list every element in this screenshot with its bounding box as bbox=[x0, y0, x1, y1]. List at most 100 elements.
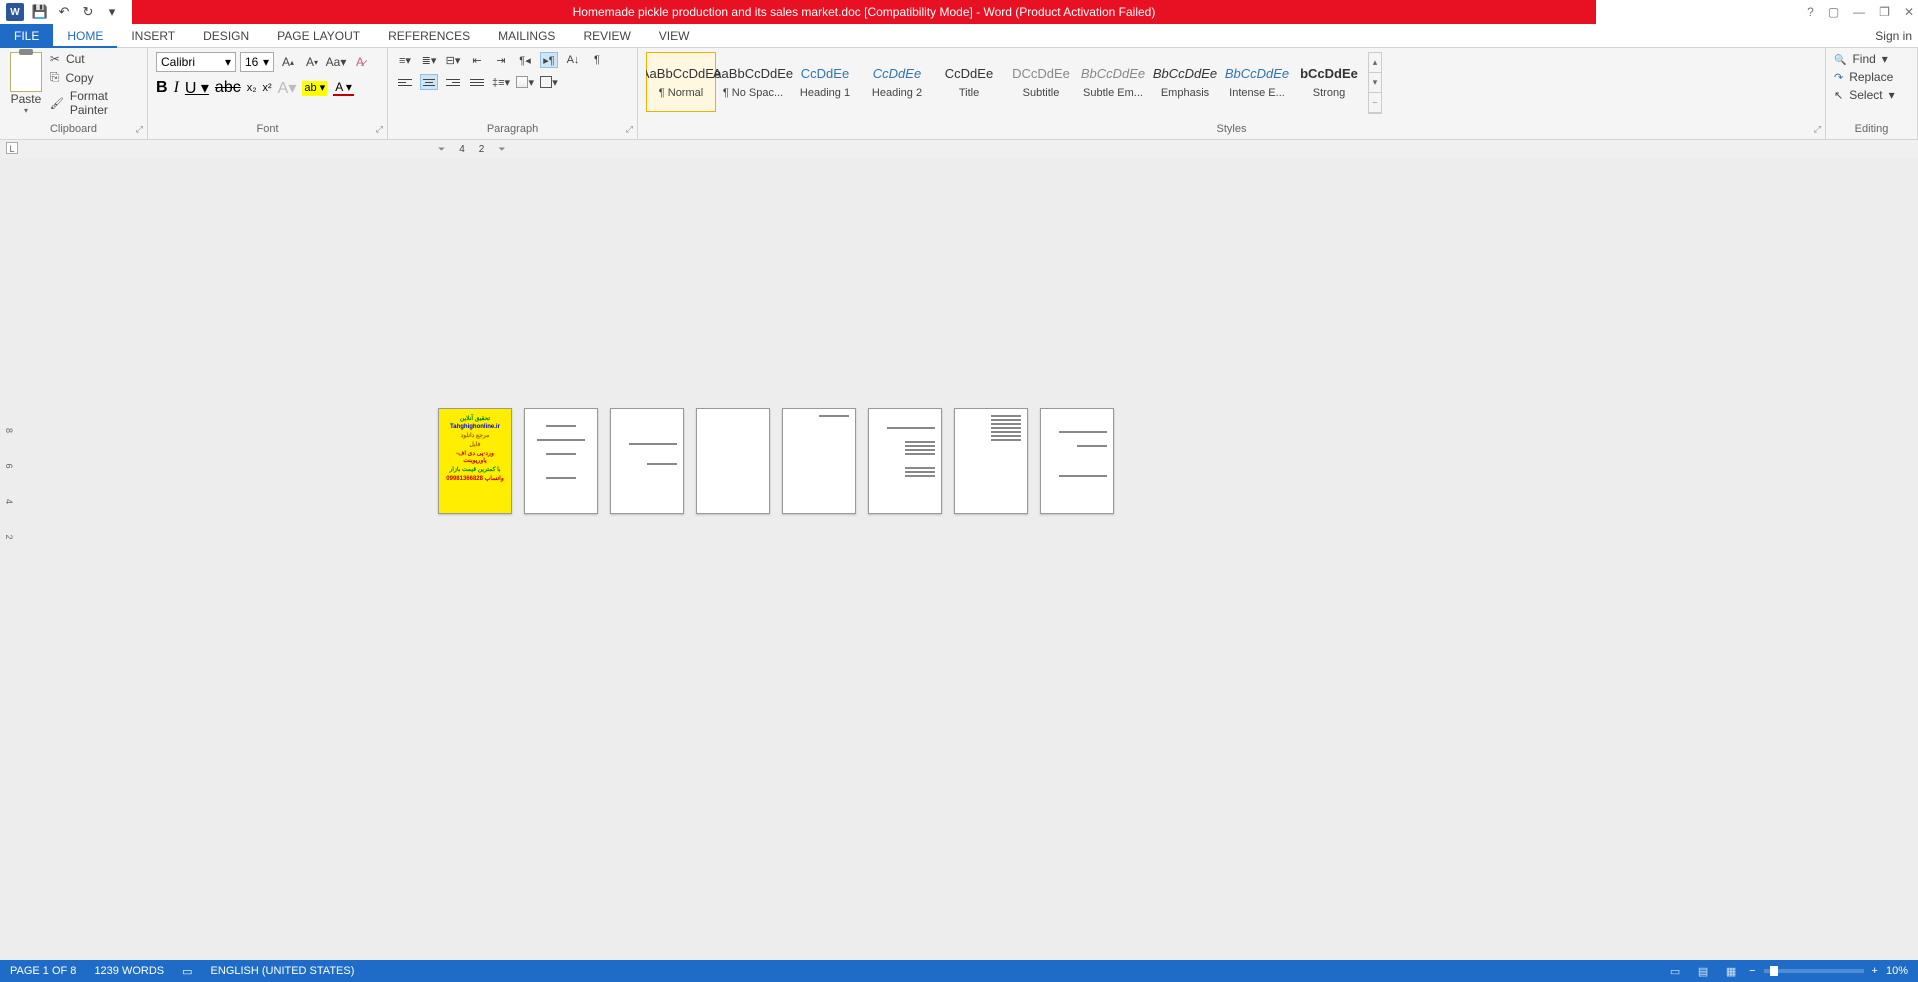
style-item---normal[interactable]: AaBbCcDdEe¶ Normal bbox=[646, 52, 716, 112]
help-button[interactable]: ? bbox=[1807, 5, 1814, 19]
spelling-icon[interactable] bbox=[182, 965, 192, 978]
multilevel-button[interactable]: ⊟▾ bbox=[444, 52, 462, 68]
style-item-intense-e---[interactable]: BbCcDdEeIntense E... bbox=[1222, 52, 1292, 112]
sign-in-link[interactable]: Sign in bbox=[1875, 29, 1912, 43]
tab-design[interactable]: DESIGN bbox=[189, 24, 263, 48]
read-mode-button[interactable]: ▭ bbox=[1665, 963, 1685, 979]
print-layout-button[interactable]: ▤ bbox=[1693, 963, 1713, 979]
redo-button[interactable]: ↻ bbox=[80, 4, 96, 20]
page-3[interactable] bbox=[610, 408, 684, 514]
align-left-button[interactable] bbox=[396, 74, 414, 90]
copy-button[interactable]: Copy bbox=[50, 70, 139, 85]
zoom-in-button[interactable]: + bbox=[1872, 965, 1878, 977]
qat-customize[interactable]: ▾ bbox=[104, 4, 120, 20]
style-item-heading-1[interactable]: CcDdEeHeading 1 bbox=[790, 52, 860, 112]
subscript-button[interactable]: x₂ bbox=[247, 82, 257, 94]
font-color-button[interactable]: A ▾ bbox=[333, 80, 354, 96]
bold-button[interactable]: B bbox=[156, 79, 168, 97]
tab-view[interactable]: VIEW bbox=[645, 24, 704, 48]
strikethrough-button[interactable]: abc bbox=[215, 79, 241, 97]
styles-launcher[interactable]: ⤢ bbox=[1814, 124, 1821, 135]
close-button[interactable]: ✕ bbox=[1904, 5, 1914, 19]
page-5[interactable] bbox=[782, 408, 856, 514]
zoom-slider[interactable] bbox=[1764, 969, 1864, 973]
grow-font-button[interactable]: A▴ bbox=[278, 52, 298, 72]
tab-file[interactable]: FILE bbox=[0, 24, 53, 48]
underline-button[interactable]: U ▾ bbox=[185, 78, 209, 98]
style-item---no-spac---[interactable]: AaBbCcDdEe¶ No Spac... bbox=[718, 52, 788, 112]
align-right-button[interactable] bbox=[444, 74, 462, 90]
show-marks-button[interactable]: ¶ bbox=[588, 52, 606, 68]
document-area[interactable]: 8 6 4 2 تحقیق آنلاین Tahghighonline.ir م… bbox=[0, 158, 1918, 960]
style-item-heading-2[interactable]: CcDdEeHeading 2 bbox=[862, 52, 932, 112]
page-status[interactable]: PAGE 1 OF 8 bbox=[10, 965, 76, 977]
highlight-button[interactable]: ab ▾ bbox=[302, 81, 327, 96]
ribbon: Paste ▾ Cut Copy Format Painter Clipboar… bbox=[0, 48, 1918, 140]
style-item-title[interactable]: CcDdEeTitle bbox=[934, 52, 1004, 112]
page-2[interactable] bbox=[524, 408, 598, 514]
tab-insert[interactable]: INSERT bbox=[117, 24, 189, 48]
style-item-emphasis[interactable]: BbCcDdEeEmphasis bbox=[1150, 52, 1220, 112]
superscript-button[interactable]: x² bbox=[263, 82, 272, 94]
indent-marker-icon[interactable] bbox=[438, 144, 445, 155]
ribbon-display-button[interactable]: ▢ bbox=[1828, 5, 1839, 19]
styles-more-button[interactable]: ▴▾⎯ bbox=[1368, 52, 1382, 114]
paragraph-launcher[interactable]: ⤢ bbox=[626, 124, 633, 135]
tab-home[interactable]: HOME bbox=[53, 24, 117, 48]
paste-button[interactable]: Paste ▾ bbox=[8, 52, 44, 123]
tab-selector[interactable]: L bbox=[6, 142, 18, 154]
paste-dropdown-icon[interactable]: ▾ bbox=[24, 106, 28, 115]
restore-button[interactable]: ❐ bbox=[1879, 5, 1890, 19]
cut-label: Cut bbox=[66, 52, 85, 66]
ltr-button[interactable]: ¶◂ bbox=[516, 52, 534, 68]
page-4[interactable] bbox=[696, 408, 770, 514]
justify-button[interactable] bbox=[468, 74, 486, 90]
replace-button[interactable]: Replace bbox=[1834, 70, 1909, 84]
shrink-font-button[interactable]: A▾ bbox=[302, 52, 322, 72]
decrease-indent-button[interactable]: ⇤ bbox=[468, 52, 486, 68]
page-1[interactable]: تحقیق آنلاین Tahghighonline.ir مرجع دانل… bbox=[438, 408, 512, 514]
word-count[interactable]: 1239 WORDS bbox=[94, 965, 164, 977]
tab-mailings[interactable]: MAILINGS bbox=[484, 24, 569, 48]
text-effects-button[interactable]: A▾ bbox=[278, 78, 297, 98]
style-item-subtitle[interactable]: DCcDdEeSubtitle bbox=[1006, 52, 1076, 112]
italic-button[interactable]: I bbox=[174, 79, 179, 97]
borders-button[interactable]: ▾ bbox=[540, 74, 558, 90]
horizontal-ruler[interactable]: L 4 2 bbox=[0, 140, 1918, 158]
tab-page-layout[interactable]: PAGE LAYOUT bbox=[263, 24, 374, 48]
select-button[interactable]: Select ▾ bbox=[1834, 88, 1909, 102]
align-center-button[interactable] bbox=[420, 74, 438, 90]
font-name-combo[interactable]: Calibri▾ bbox=[156, 52, 236, 72]
format-painter-button[interactable]: Format Painter bbox=[50, 89, 139, 117]
page-7[interactable] bbox=[954, 408, 1028, 514]
save-button[interactable]: 💾 bbox=[32, 4, 48, 20]
vertical-ruler[interactable]: 8 6 4 2 bbox=[4, 428, 14, 554]
zoom-level[interactable]: 10% bbox=[1886, 965, 1908, 977]
style-item-strong[interactable]: bCcDdEeStrong bbox=[1294, 52, 1364, 112]
increase-indent-button[interactable]: ⇥ bbox=[492, 52, 510, 68]
line-spacing-button[interactable]: ‡≡▾ bbox=[492, 74, 510, 90]
language-status[interactable]: ENGLISH (UNITED STATES) bbox=[211, 965, 355, 977]
tab-review[interactable]: REVIEW bbox=[569, 24, 644, 48]
sort-button[interactable]: A↓ bbox=[564, 52, 582, 68]
rtl-button[interactable]: ▸¶ bbox=[540, 52, 558, 68]
style-item-subtle-em---[interactable]: BbCcDdEeSubtle Em... bbox=[1078, 52, 1148, 112]
cut-button[interactable]: Cut bbox=[50, 52, 139, 66]
shading-button[interactable]: ▾ bbox=[516, 74, 534, 90]
bullets-button[interactable]: ≡▾ bbox=[396, 52, 414, 68]
zoom-out-button[interactable]: − bbox=[1749, 965, 1755, 977]
clear-formatting-button[interactable]: A̷ bbox=[350, 52, 370, 72]
page-6[interactable] bbox=[868, 408, 942, 514]
numbering-button[interactable]: ≣▾ bbox=[420, 52, 438, 68]
page-8[interactable] bbox=[1040, 408, 1114, 514]
minimize-button[interactable]: — bbox=[1853, 5, 1865, 19]
web-layout-button[interactable]: ▦ bbox=[1721, 963, 1741, 979]
clipboard-launcher[interactable]: ⤢ bbox=[136, 124, 143, 135]
find-button[interactable]: Find ▾ bbox=[1834, 52, 1909, 66]
undo-button[interactable]: ↶ bbox=[56, 4, 72, 20]
change-case-button[interactable]: Aa▾ bbox=[326, 52, 346, 72]
indent-marker-icon[interactable] bbox=[498, 144, 505, 155]
font-launcher[interactable]: ⤢ bbox=[376, 124, 383, 135]
tab-references[interactable]: REFERENCES bbox=[374, 24, 484, 48]
font-size-combo[interactable]: 16▾ bbox=[240, 52, 274, 72]
